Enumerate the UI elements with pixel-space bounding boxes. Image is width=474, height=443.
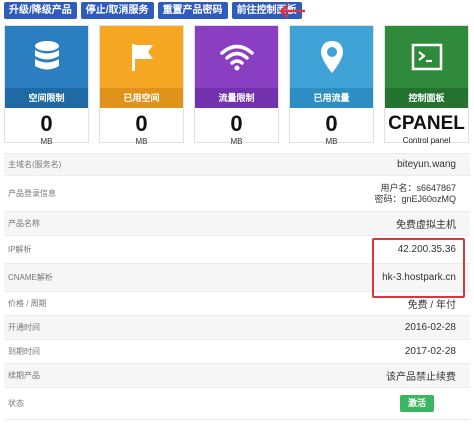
table-row: 产品名称 免费虚拟主机 xyxy=(4,212,470,236)
card-unit: MB xyxy=(230,137,243,146)
ip-label: IP解析 xyxy=(8,245,32,254)
card-label: 空间限制 xyxy=(5,88,88,108)
expire-date-label: 到期时间 xyxy=(8,347,40,356)
card-subtitle: Control panel xyxy=(402,136,451,145)
terminal-icon xyxy=(411,43,442,71)
stop-cancel-service-button[interactable]: 停止/取消服务 xyxy=(80,2,154,19)
renew-value: 该产品禁止续费 xyxy=(386,372,456,383)
card-label: 流量限制 xyxy=(195,88,278,108)
expire-date-value: 2017-02-28 xyxy=(404,346,456,357)
activate-button[interactable]: 激活 xyxy=(399,395,434,412)
table-row: 到期时间 2017-02-28 xyxy=(4,340,470,364)
product-name-label: 产品名称 xyxy=(8,219,40,228)
table-row: 开通时间 2016-02-28 xyxy=(4,316,470,340)
card-unit: MB xyxy=(40,137,53,146)
open-date-label: 开通时间 xyxy=(8,323,40,332)
table-row: 主域名(服务名) biteyun.wang xyxy=(4,154,470,176)
card-traffic-used: 已用流量 0 MB xyxy=(289,25,374,146)
card-label: 已用空间 xyxy=(100,88,183,108)
table-row: 产品登录信息 用户名：s6647867 密码：gnEJ60ozMQ xyxy=(4,176,470,212)
card-label: 已用流量 xyxy=(290,88,373,108)
login-password: 密码：gnEJ60ozMQ xyxy=(374,193,456,204)
card-control-panel[interactable]: 控制面板 CPANEL Control panel xyxy=(384,25,469,145)
upgrade-downgrade-button[interactable]: 升级/降级产品 xyxy=(4,2,77,19)
hostname-label: 主域名(服务名) xyxy=(8,160,62,169)
card-traffic-limit: 流量限制 0 MB xyxy=(194,25,279,146)
flag-icon xyxy=(131,44,153,71)
annotation-arrow-icon xyxy=(279,4,305,18)
table-row: 续期产品 该产品禁止续费 xyxy=(4,364,470,388)
status-label: 状态 xyxy=(8,399,24,408)
card-space-used: 已用空间 0 MB xyxy=(99,25,184,146)
card-unit: MB xyxy=(135,137,148,146)
open-date-value: 2016-02-28 xyxy=(404,322,456,333)
login-username: 用户名：s6647867 xyxy=(380,182,456,193)
renew-label: 续期产品 xyxy=(8,371,40,380)
login-info-label: 产品登录信息 xyxy=(8,189,56,198)
database-icon xyxy=(34,41,59,70)
action-toolbar: 升级/降级产品 停止/取消服务 重置产品密码 前往控制面板 xyxy=(4,2,306,19)
card-value: 0 xyxy=(230,111,243,136)
card-space-limit: 空间限制 0 MB xyxy=(4,25,89,146)
table-row: 状态 激活 xyxy=(4,388,470,420)
card-unit: MB xyxy=(325,137,338,146)
card-value: 0 xyxy=(40,111,53,136)
wifi-icon xyxy=(219,44,254,71)
card-value: CPANEL xyxy=(388,113,465,134)
cname-label: CNAME解析 xyxy=(8,273,53,282)
price-label: 价格 / 周期 xyxy=(8,299,47,308)
card-value: 0 xyxy=(325,111,338,136)
map-pin-icon xyxy=(320,41,343,73)
product-name-value: 免费虚拟主机 xyxy=(396,220,456,231)
hostname-value: biteyun.wang xyxy=(397,159,456,170)
card-value: 0 xyxy=(135,111,148,136)
reset-password-button[interactable]: 重置产品密码 xyxy=(157,2,228,19)
card-label: 控制面板 xyxy=(385,88,468,108)
highlight-box xyxy=(372,238,465,298)
